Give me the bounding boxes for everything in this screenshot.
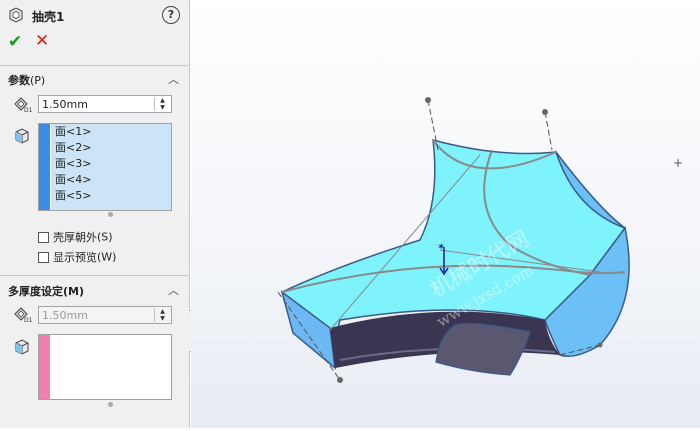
svg-text:D1: D1	[24, 317, 32, 323]
faces-to-remove-list[interactable]: 面<1> 面<2> 面<3> 面<4> 面<5>	[38, 123, 172, 211]
help-icon[interactable]: ?	[162, 6, 180, 24]
graphics-area[interactable]: ✶ 机械时代网 www.jxsd.com	[191, 0, 700, 428]
resize-handle[interactable]	[108, 402, 113, 407]
selection-color-stripe	[39, 335, 50, 399]
stepper-up-icon[interactable]: ▲	[155, 97, 170, 104]
svg-text:✶: ✶	[437, 242, 445, 253]
divider	[0, 65, 189, 66]
face-items: 面<1> 面<2> 面<3> 面<4> 面<5>	[51, 124, 171, 210]
shell-outward-checkbox[interactable]: 壳厚朝外(S)	[38, 229, 113, 245]
svg-text:D1: D1	[24, 107, 32, 113]
selection-color-stripe	[39, 124, 50, 210]
show-preview-label: 显示预览	[53, 251, 97, 264]
collapse-chevron-icon[interactable]: ︿	[168, 71, 179, 87]
multi-thickness-value: 1.50mm	[42, 309, 88, 322]
list-item[interactable]: 面<4>	[51, 172, 171, 188]
list-item[interactable]: 面<1>	[51, 124, 171, 140]
multi-thickness-section-header[interactable]: 多厚度设定(M)	[8, 283, 84, 299]
shell-outward-shortcut: (S)	[97, 230, 113, 244]
ok-button[interactable]: ✔	[8, 34, 22, 51]
shell-part-model[interactable]: ✶ 机械时代网 www.jxsd.com	[191, 0, 700, 428]
parameters-section-header[interactable]: 参数(P)	[8, 72, 45, 88]
list-item[interactable]: 面<3>	[51, 156, 171, 172]
feature-title: 抽壳1	[32, 10, 65, 24]
shell-feature-icon	[9, 7, 23, 23]
parameters-title: 参数	[8, 74, 30, 87]
thickness-stepper[interactable]: ▲ ▼	[154, 97, 170, 111]
feature-header: 抽壳1 ?	[6, 6, 184, 26]
cursor-crosshair-icon: +	[673, 156, 684, 170]
shell-outward-label: 壳厚朝外	[53, 231, 97, 244]
list-item[interactable]: 面<5>	[51, 188, 171, 204]
stepper-down-icon[interactable]: ▼	[155, 104, 170, 111]
parameters-shortcut: (P)	[30, 74, 46, 87]
resize-handle[interactable]	[108, 212, 113, 217]
multi-thickness-stepper: ▲ ▼	[154, 308, 170, 322]
thickness-input[interactable]: 1.50mm ▲ ▼	[38, 95, 172, 113]
collapse-chevron-icon[interactable]: ︿	[168, 282, 179, 298]
multi-thickness-shortcut: (M)	[63, 285, 85, 298]
checkbox-box[interactable]	[38, 231, 49, 243]
multi-thickness-input: 1.50mm ▲ ▼	[38, 306, 172, 324]
multi-thickness-icon: D1	[14, 307, 32, 323]
list-item[interactable]: 面<2>	[51, 140, 171, 156]
thickness-icon: D1	[14, 97, 32, 113]
show-preview-shortcut: (W)	[97, 250, 117, 264]
show-preview-checkbox[interactable]: 显示预览(W)	[38, 249, 116, 265]
faces-to-remove-icon	[15, 128, 29, 144]
thickness-value: 1.50mm	[42, 98, 88, 111]
stepper-up-icon: ▲	[160, 308, 165, 315]
cancel-button[interactable]: ✕	[35, 33, 49, 50]
stepper-down-icon: ▼	[160, 315, 165, 322]
checkbox-box[interactable]	[38, 251, 49, 263]
bottom-opening	[435, 322, 531, 376]
divider	[0, 275, 189, 276]
multi-thickness-title: 多厚度设定	[8, 285, 63, 298]
property-manager: 抽壳1 ? ✔ ✕ 参数(P) ︿ D1 1.50mm ▲ ▼ 面<1> 面<2…	[0, 0, 190, 428]
multi-thickness-faces-list[interactable]	[38, 334, 172, 400]
multi-thickness-faces-icon	[15, 339, 29, 355]
